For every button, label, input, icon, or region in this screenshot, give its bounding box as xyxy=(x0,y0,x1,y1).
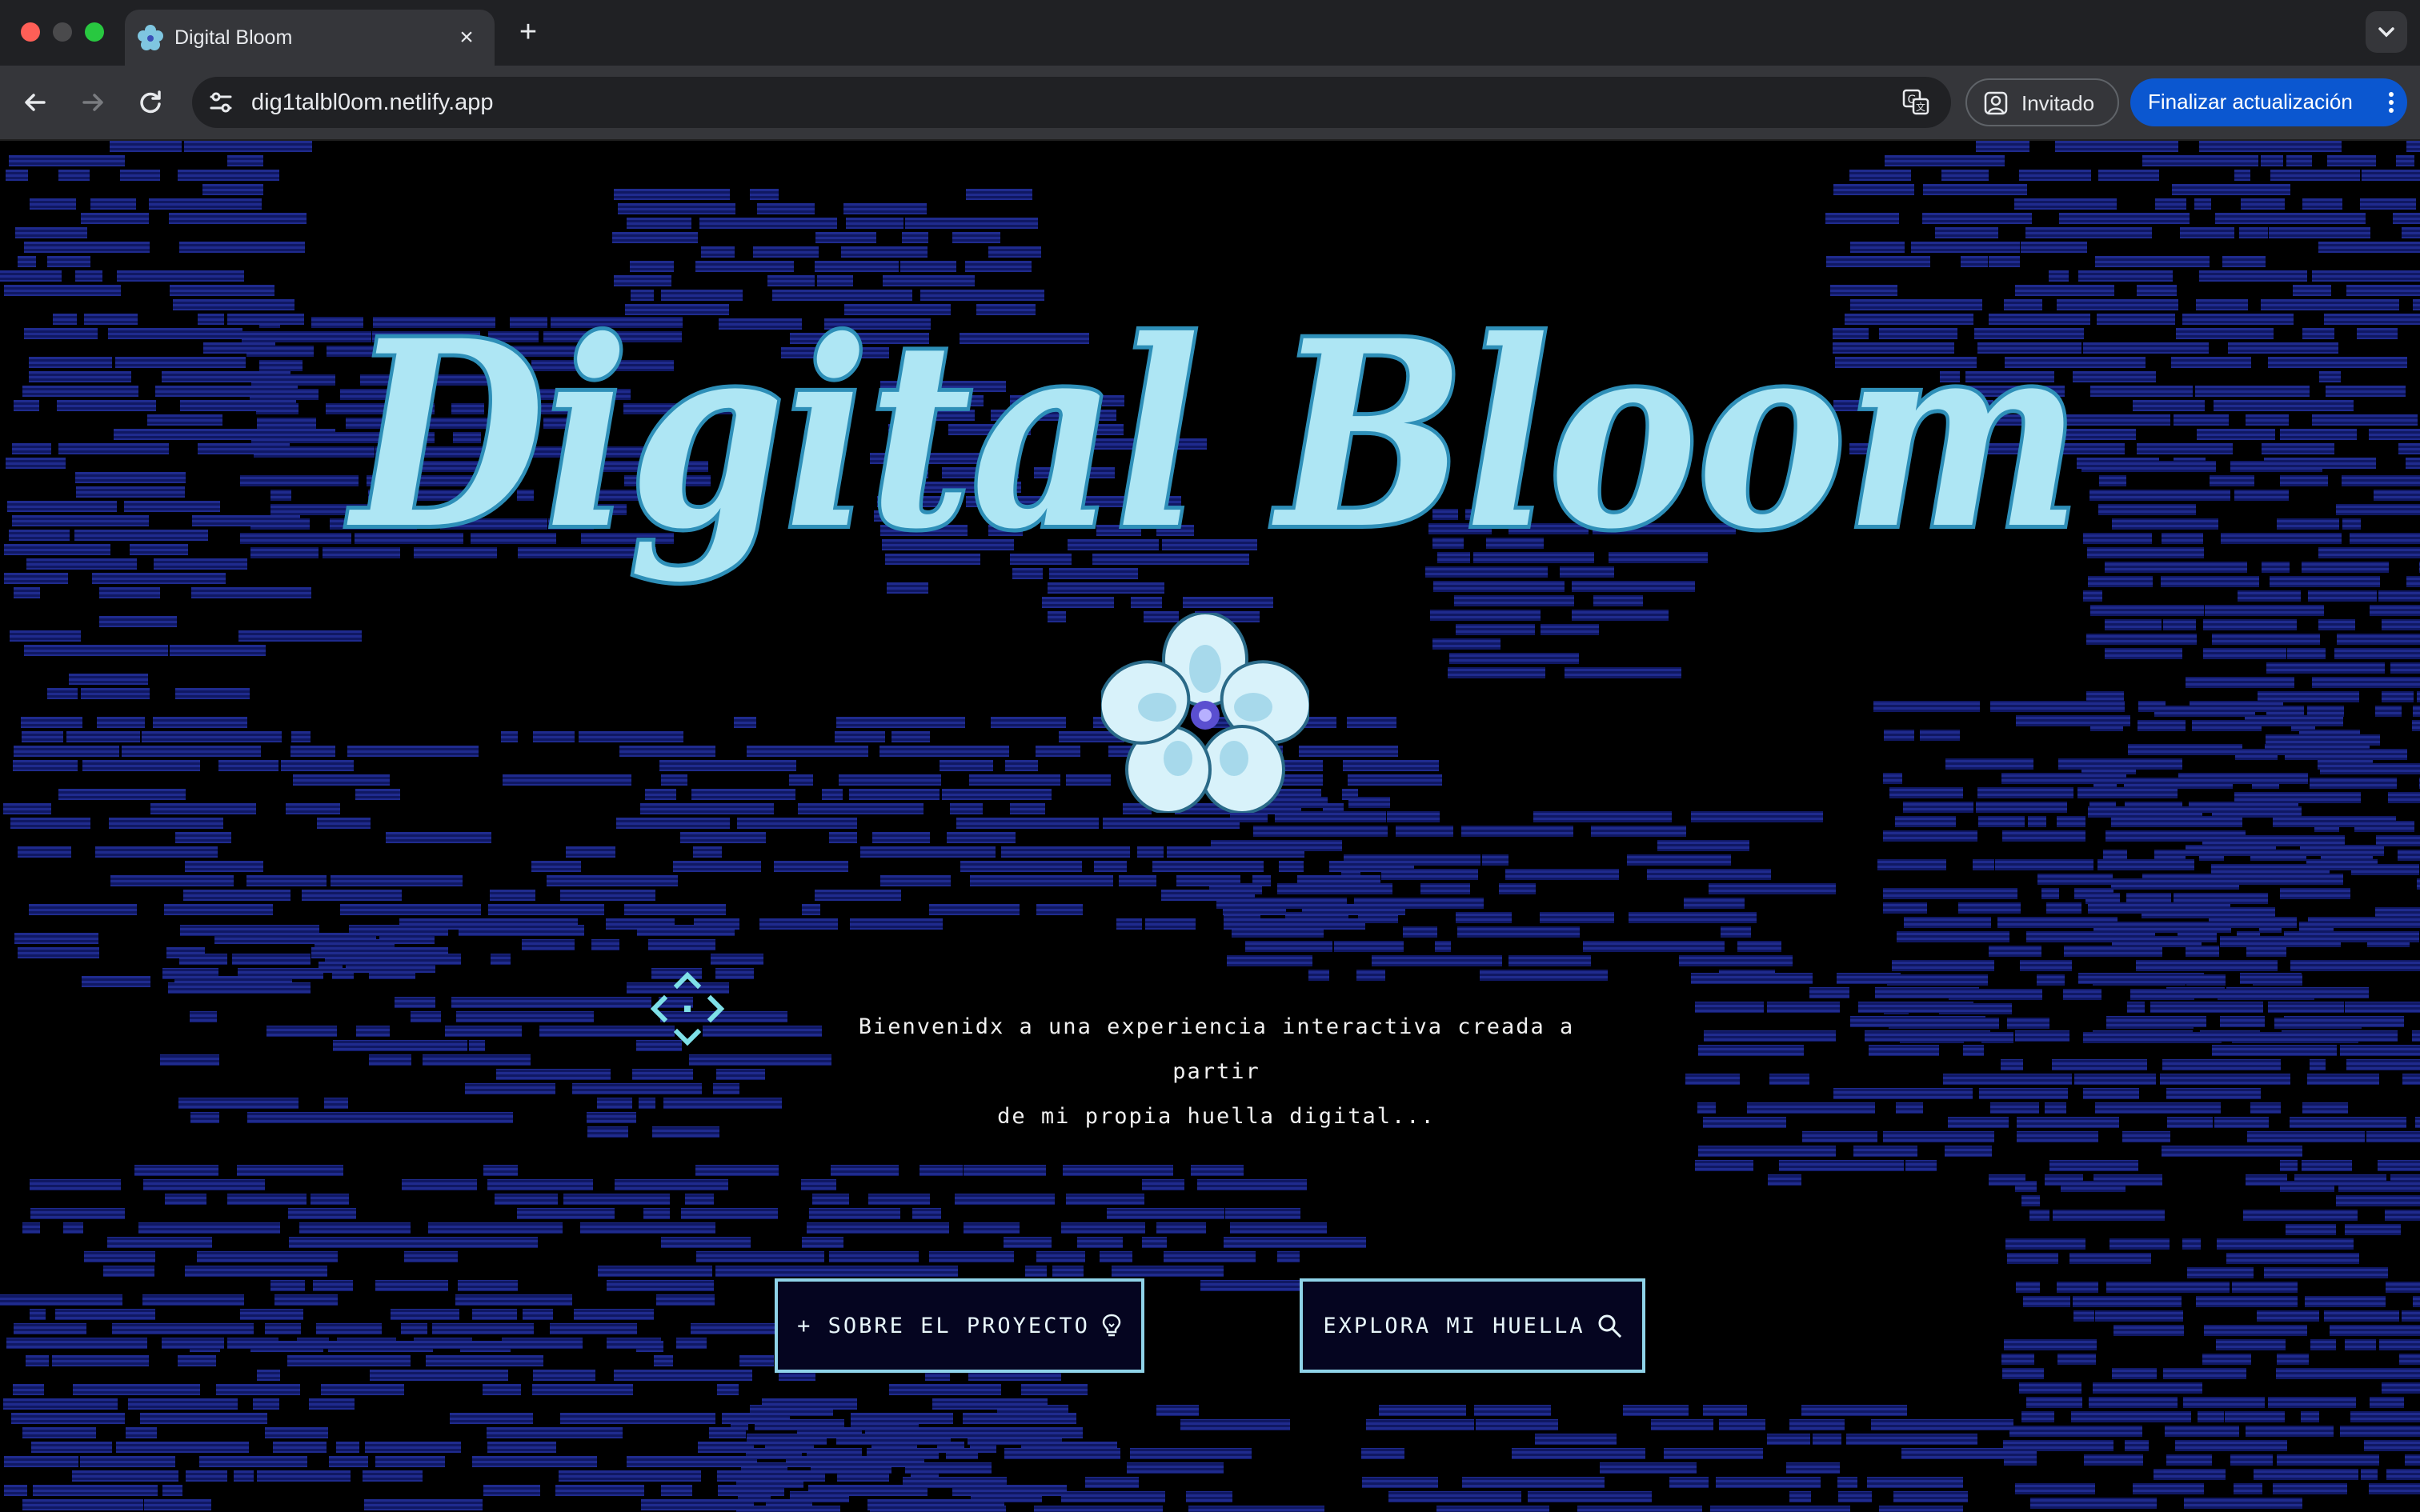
page-viewport: Digital Bloom Bienvenidx a una experienc… xyxy=(0,141,2420,1512)
site-info-icon[interactable] xyxy=(206,88,235,117)
svg-text:文: 文 xyxy=(1916,101,1925,113)
hero-title: Digital Bloom xyxy=(345,286,2081,586)
finish-update-button[interactable]: Finalizar actualización xyxy=(2130,78,2407,126)
back-arrow-icon[interactable] xyxy=(18,85,53,120)
welcome-message: Bienvenidx a una experiencia interactiva… xyxy=(848,1005,1585,1139)
lightbulb-icon xyxy=(1102,1314,1121,1337)
browser-tab-strip: Digital Bloom × + xyxy=(0,0,2420,66)
translate-icon[interactable]: G 文 xyxy=(1901,88,1930,117)
search-icon xyxy=(1598,1314,1621,1338)
browser-toolbar: dig1talbl0om.netlify.app G 文 Invitado Fi… xyxy=(0,66,2420,141)
url-text: dig1talbl0om.netlify.app xyxy=(251,90,494,115)
maximize-window-button[interactable] xyxy=(85,22,104,42)
explore-footprint-label: EXPLORA MI HUELLA xyxy=(1323,1313,1585,1338)
kebab-menu-icon[interactable] xyxy=(2385,90,2398,115)
browser-tab[interactable]: Digital Bloom × xyxy=(125,10,495,66)
profile-label: Invitado xyxy=(2021,91,2095,115)
new-tab-button[interactable]: + xyxy=(512,16,544,48)
reload-icon[interactable] xyxy=(133,85,168,120)
welcome-line-2: de mi propia huella digital... xyxy=(997,1104,1436,1129)
explore-footprint-button[interactable]: EXPLORA MI HUELLA xyxy=(1300,1278,1645,1373)
flower-icon xyxy=(138,25,163,50)
person-icon xyxy=(1984,91,2008,115)
chevron-down-icon xyxy=(2378,27,2394,38)
forward-arrow-icon[interactable] xyxy=(75,85,110,120)
flower-icon xyxy=(1101,613,1309,813)
tab-search-button[interactable] xyxy=(2366,11,2407,53)
move-cursor-icon xyxy=(650,971,725,1046)
close-window-button[interactable] xyxy=(21,22,40,42)
update-label: Finalizar actualización xyxy=(2148,90,2353,114)
address-bar[interactable]: dig1talbl0om.netlify.app G 文 xyxy=(192,77,1951,128)
about-project-label: + SOBRE EL PROYECTO xyxy=(797,1313,1090,1338)
welcome-line-1: Bienvenidx a una experiencia interactiva… xyxy=(858,1014,1575,1084)
about-project-button[interactable]: + SOBRE EL PROYECTO xyxy=(775,1278,1144,1373)
tab-title: Digital Bloom xyxy=(174,26,293,49)
profile-button[interactable]: Invitado xyxy=(1965,78,2119,126)
minimize-window-button[interactable] xyxy=(53,22,72,42)
close-tab-icon[interactable]: × xyxy=(453,24,480,51)
